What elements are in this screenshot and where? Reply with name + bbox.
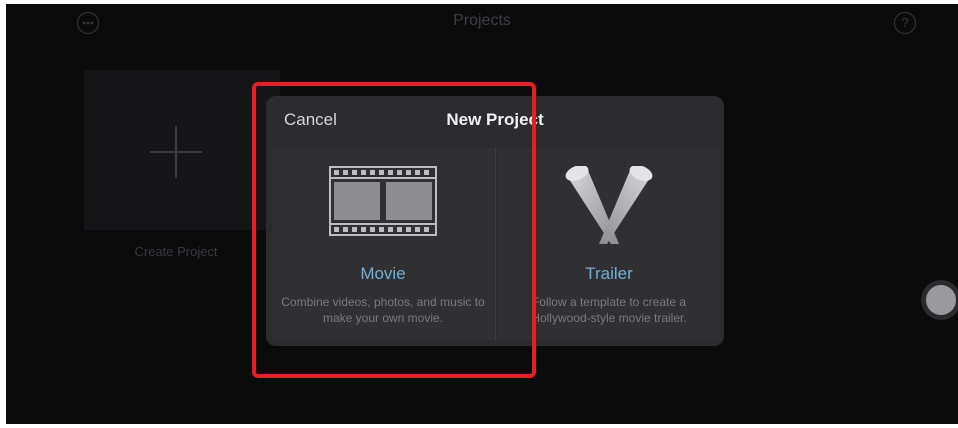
projects-screen: Projects ? Create Project Cancel New Pro… bbox=[6, 4, 958, 424]
assistive-touch-knob bbox=[926, 285, 956, 315]
plus-icon bbox=[150, 126, 202, 178]
spotlights-icon bbox=[565, 166, 653, 244]
red-highlight-box bbox=[252, 82, 536, 378]
help-button[interactable]: ? bbox=[894, 12, 916, 34]
assistive-touch-button[interactable] bbox=[921, 280, 958, 320]
trailer-option-description: Follow a template to create a Hollywood-… bbox=[531, 295, 687, 325]
create-project-label: Create Project bbox=[134, 244, 218, 259]
page-title: Projects bbox=[453, 12, 511, 29]
question-circle-icon: ? bbox=[901, 15, 909, 30]
